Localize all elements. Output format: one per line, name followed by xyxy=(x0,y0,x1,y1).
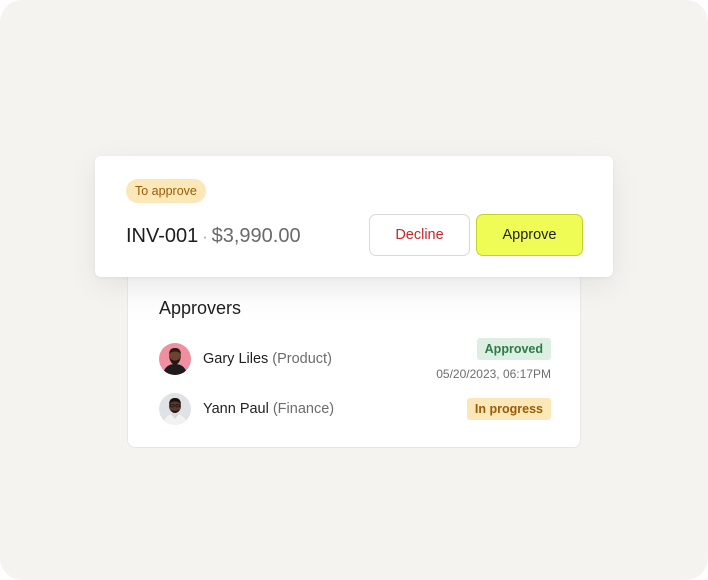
invoice-summary: INV-001 · $3,990.00 xyxy=(126,224,301,250)
approver-department: (Finance) xyxy=(272,401,335,417)
status-tag-to-approve: To approve xyxy=(126,179,206,203)
avatar-yann-image xyxy=(159,393,191,425)
approver-name: Gary Liles (Product) xyxy=(203,350,332,368)
approver-name: Yann Paul (Finance) xyxy=(203,400,334,418)
approver-row: Gary Liles (Product) Approved 05/20/2023,… xyxy=(159,338,551,381)
approver-department: (Product) xyxy=(272,351,332,367)
canvas: Approvers Gary Liles (Product) Approved 0… xyxy=(0,0,708,580)
approve-button[interactable]: Approve xyxy=(476,214,583,256)
approver-name-text: Yann Paul xyxy=(203,401,269,417)
status-badge-in-progress: In progress xyxy=(466,398,551,420)
invoice-card: To approve INV-001 · $3,990.00 Decline App… xyxy=(95,156,613,277)
approver-row: Yann Paul (Finance) In progress xyxy=(159,392,551,426)
invoice-amount: $3,990.00 xyxy=(211,225,301,247)
invoice-id: INV-001 xyxy=(126,225,199,247)
approver-name-text: Gary Liles xyxy=(203,351,269,367)
decline-button[interactable]: Decline xyxy=(369,214,470,256)
approval-timestamp: 05/20/2023, 06:17PM xyxy=(436,367,551,381)
status-badge-approved: Approved xyxy=(476,338,551,360)
approvers-panel: Approvers Gary Liles (Product) Approved 0… xyxy=(127,252,581,448)
approvers-title: Approvers xyxy=(159,298,242,318)
invoice-separator: · xyxy=(202,229,208,246)
avatar xyxy=(159,343,191,375)
avatar xyxy=(159,393,191,425)
avatar-gary-image xyxy=(159,343,191,375)
